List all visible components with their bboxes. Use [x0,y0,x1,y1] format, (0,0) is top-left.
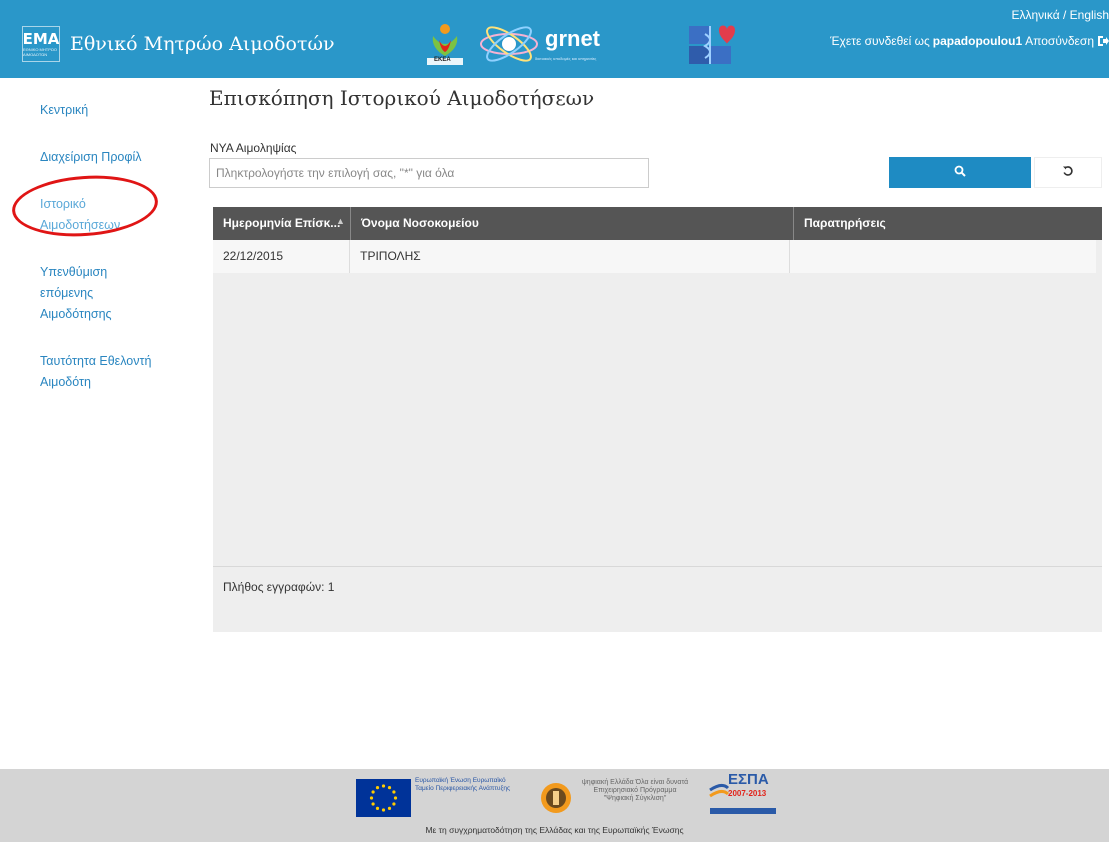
cell-notes [789,240,1096,273]
column-header-hospital-label: Όνομα Νοσοκομείου [361,216,479,230]
cell-hospital: ΤΡΙΠΟΛΗΣ [349,240,789,273]
search-icon [954,165,966,180]
sidebar-item-profile[interactable]: Διαχείριση Προφίλ [40,147,190,168]
column-header-date[interactable]: Ημερομηνία Επίσκ... ▲ [213,207,350,240]
sidebar-item-reminder[interactable]: Υπενθύμιση επόμενης Αιμοδότησης [40,262,130,325]
table-row[interactable]: 22/12/2015 ΤΡΙΠΟΛΗΣ [213,240,1096,273]
column-header-notes-label: Παρατηρήσεις [804,216,886,230]
sidebar: Κεντρική Διαχείριση Προφίλ Ιστορικό Αιμο… [40,100,190,419]
brand[interactable]: ΕΜΑ ΕΘΝΙΚΟ ΜΗΤΡΩΟ ΑΙΜΟΔΟΤΩΝ Εθνικό Μητρώ… [22,26,335,62]
digital-greece-text: ψηφιακή Ελλάδα Όλα είναι δυνατά Επιχειρη… [581,779,689,802]
search-button[interactable] [889,157,1031,188]
search-input[interactable] [209,158,649,188]
login-status: Έχετε συνδεθεί ως papadopoulou1 Αποσύνδε… [830,34,1109,48]
search-label: ΝΥΑ Αιμοληψίας [210,141,297,155]
ekea-label: ΕΚΕΑ [434,57,451,63]
grnet-wordmark: grnet [545,26,600,51]
funding-text: Με τη συγχρηματοδότηση της Ελλάδας και τ… [425,825,684,835]
grnet-logo: grnet δικτυακές υποδομές και υπηρεσίες [477,22,647,66]
column-header-hospital[interactable]: Όνομα Νοσοκομείου [350,207,793,240]
grnet-subtitle: δικτυακές υποδομές και υπηρεσίες [535,56,597,61]
ema-logo-subtext: ΕΘΝΙΚΟ ΜΗΤΡΩΟ ΑΙΜΟΔΟΤΩΝ [23,47,57,57]
username: papadopoulou1 [932,34,1023,48]
app-title: Εθνικό Μητρώο Αιμοδοτών [70,33,335,55]
logout-link[interactable]: Αποσύνδεση [1025,34,1094,48]
column-header-notes[interactable]: Παρατηρήσεις [793,207,1102,240]
cell-date: 22/12/2015 [223,249,284,263]
ekea-logo: ΕΚΕΑ [425,22,465,66]
sidebar-item-home[interactable]: Κεντρική [40,100,190,121]
record-count: Πλήθος εγγραφών: 1 [223,580,335,594]
language-switch[interactable]: Ελληνικά / English [1012,8,1109,22]
ema-logo-text: ΕΜΑ [22,30,60,48]
sidebar-item-donation-history[interactable]: Ιστορικό Αιμοδοτήσεων [40,194,130,236]
sort-caret-icon: ▲ [336,216,345,226]
login-prefix: Έχετε συνδεθεί ως [830,34,930,48]
espa-title: ΕΣΠΑ [728,771,769,788]
grid-header: Ημερομηνία Επίσκ... ▲ Όνομα Νοσοκομείου … [213,207,1102,240]
health-ministry-logo [685,22,743,66]
eu-flag-logo [356,779,411,817]
digital-greece-logo [540,779,572,817]
espa-years: 2007-2013 [728,789,767,798]
sidebar-item-donor-id[interactable]: Ταυτότητα Εθελοντή Αιμοδότη [40,351,170,393]
history-grid: Ημερομηνία Επίσκ... ▲ Όνομα Νοσοκομείου … [213,207,1102,632]
grid-footer: Πλήθος εγγραφών: 1 [213,566,1102,632]
ema-logo: ΕΜΑ ΕΘΝΙΚΟ ΜΗΤΡΩΟ ΑΙΜΟΔΟΤΩΝ [22,26,60,62]
logout-icon[interactable] [1097,35,1109,47]
refresh-icon [1062,165,1074,180]
column-header-date-label: Ημερομηνία Επίσκ... [223,216,341,230]
header-bar: ΕΜΑ ΕΘΝΙΚΟ ΜΗΤΡΩΟ ΑΙΜΟΔΟΤΩΝ Εθνικό Μητρώ… [0,0,1109,78]
eu-fund-text: Ευρωπαϊκή Ένωση Ευρωπαϊκό Ταμείο Περιφερ… [415,777,511,792]
partner-logos: ΕΚΕΑ grnet δικτυακές υποδομές και υπηρεσ… [425,22,743,66]
reset-button[interactable] [1034,157,1102,188]
page-title: Επισκόπηση Ιστορικού Αιμοδοτήσεων [209,86,595,110]
funding-banner: Ευρωπαϊκή Ένωση Ευρωπαϊκό Ταμείο Περιφερ… [0,769,1109,842]
